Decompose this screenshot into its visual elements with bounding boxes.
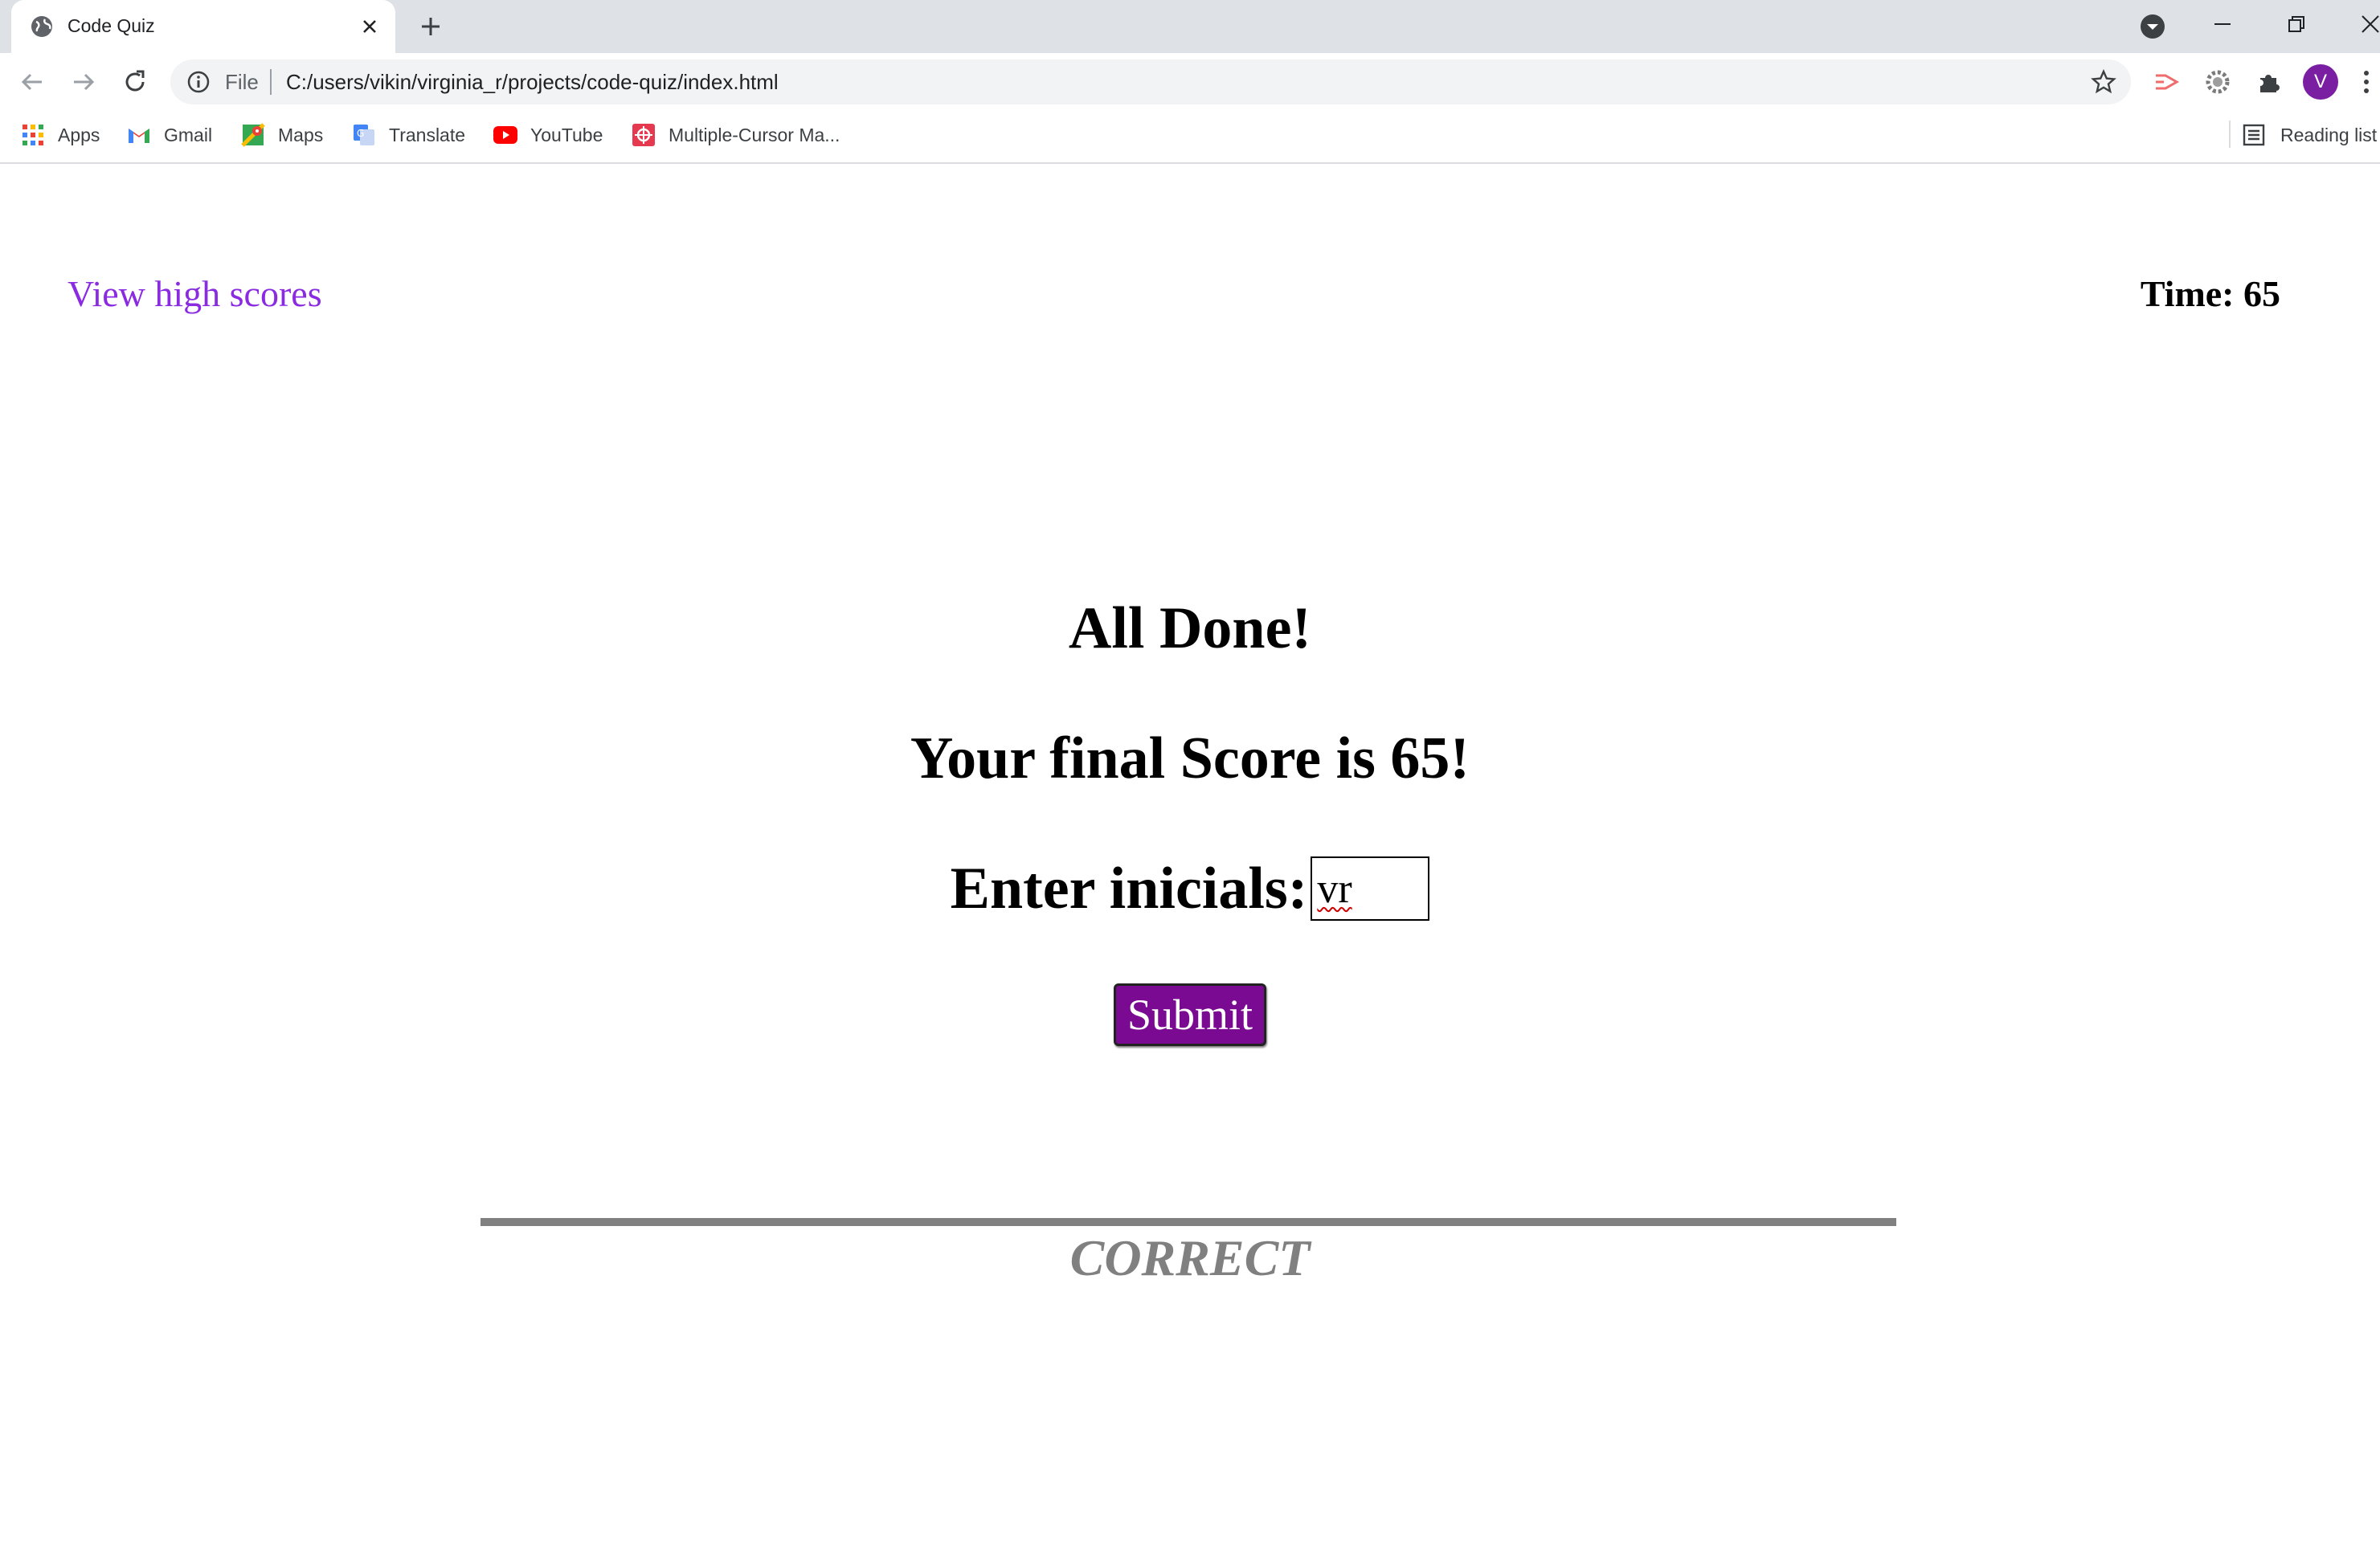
reading-list-label: Reading list	[2280, 124, 2378, 145]
reading-list-button[interactable]: Reading list	[2242, 119, 2377, 151]
bookmark-label: Translate	[389, 124, 466, 145]
quiz-page: View high scores Time: 65 All Done! Your…	[0, 164, 2380, 1541]
puzzle-icon[interactable]	[2253, 66, 2285, 98]
scheme-label: File	[225, 70, 259, 94]
bookmark-star-icon[interactable]	[2091, 69, 2116, 95]
apps-grid-icon	[21, 123, 45, 147]
maps-icon	[241, 123, 265, 147]
svg-text:G: G	[357, 128, 364, 139]
final-score-heading: Your final Score is 65!	[910, 726, 1470, 791]
gmail-icon	[127, 123, 151, 147]
initials-row: Enter inicials:	[0, 844, 2380, 934]
submit-button[interactable]: Submit	[1113, 983, 1267, 1046]
bookmark-multiple-cursor[interactable]: Multiple-Cursor Ma...	[632, 119, 840, 151]
profile-avatar[interactable]: V	[2303, 64, 2338, 100]
restore-icon[interactable]	[2272, 6, 2321, 42]
translate-icon: G	[352, 123, 376, 147]
forward-arrow-icon[interactable]	[67, 66, 100, 98]
bookmark-maps[interactable]: Maps	[241, 119, 323, 151]
view-high-scores-link[interactable]: View high scores	[67, 270, 322, 318]
minimize-icon[interactable]	[2198, 6, 2247, 42]
bookmark-label: Apps	[58, 124, 100, 145]
bookmark-youtube[interactable]: YouTube	[493, 119, 603, 151]
browser-toolbar: File C:/users/vikin/virginia_r/projects/…	[0, 53, 2380, 109]
menu-dots-icon[interactable]	[2362, 69, 2370, 95]
globe-icon	[29, 14, 55, 39]
timer: Time: 65	[2140, 273, 2280, 314]
youtube-icon	[493, 123, 517, 147]
address-bar[interactable]: File C:/users/vikin/virginia_r/projects/…	[170, 59, 2131, 104]
reload-icon[interactable]	[119, 66, 151, 98]
tab-strip: Code Quiz	[0, 0, 2380, 53]
extension-page-icon	[632, 123, 656, 147]
bookmark-label: YouTube	[530, 124, 603, 145]
submit-row: Submit	[0, 983, 2380, 1046]
bookmark-gmail[interactable]: Gmail	[127, 119, 212, 151]
address-separator	[270, 69, 272, 95]
bookmark-label: Maps	[278, 124, 324, 145]
reading-list-icon	[2242, 123, 2266, 147]
url-text[interactable]: C:/users/vikin/virginia_r/projects/code-…	[286, 70, 779, 94]
bookmarks-bar: Apps Gmail Maps G Translate YouTube Mult…	[0, 109, 2380, 164]
answer-feedback: CORRECT	[1069, 1229, 1311, 1286]
gear-extension-icon[interactable]	[2202, 66, 2234, 98]
initials-input[interactable]	[1311, 856, 1430, 921]
bookmarks-separator	[2229, 121, 2231, 148]
info-icon[interactable]	[186, 70, 211, 94]
browser-tab[interactable]: Code Quiz	[11, 0, 395, 53]
tab-title: Code Quiz	[67, 15, 155, 36]
close-tab-icon[interactable]	[357, 14, 382, 39]
bookmark-translate[interactable]: G Translate	[352, 119, 465, 151]
bookmark-label: Gmail	[164, 124, 213, 145]
back-arrow-icon[interactable]	[16, 66, 48, 98]
initials-label: Enter inicials:	[950, 856, 1308, 922]
done-heading: All Done!	[1068, 595, 1312, 661]
new-tab-icon[interactable]	[416, 12, 445, 41]
bookmark-apps[interactable]: Apps	[21, 119, 100, 151]
tab-search-icon[interactable]	[2137, 11, 2168, 42]
feedback-divider	[480, 1218, 1896, 1226]
cast-extension-icon[interactable]	[2150, 66, 2182, 98]
bookmark-label: Multiple-Cursor Ma...	[669, 124, 840, 145]
close-window-icon[interactable]	[2346, 6, 2380, 42]
